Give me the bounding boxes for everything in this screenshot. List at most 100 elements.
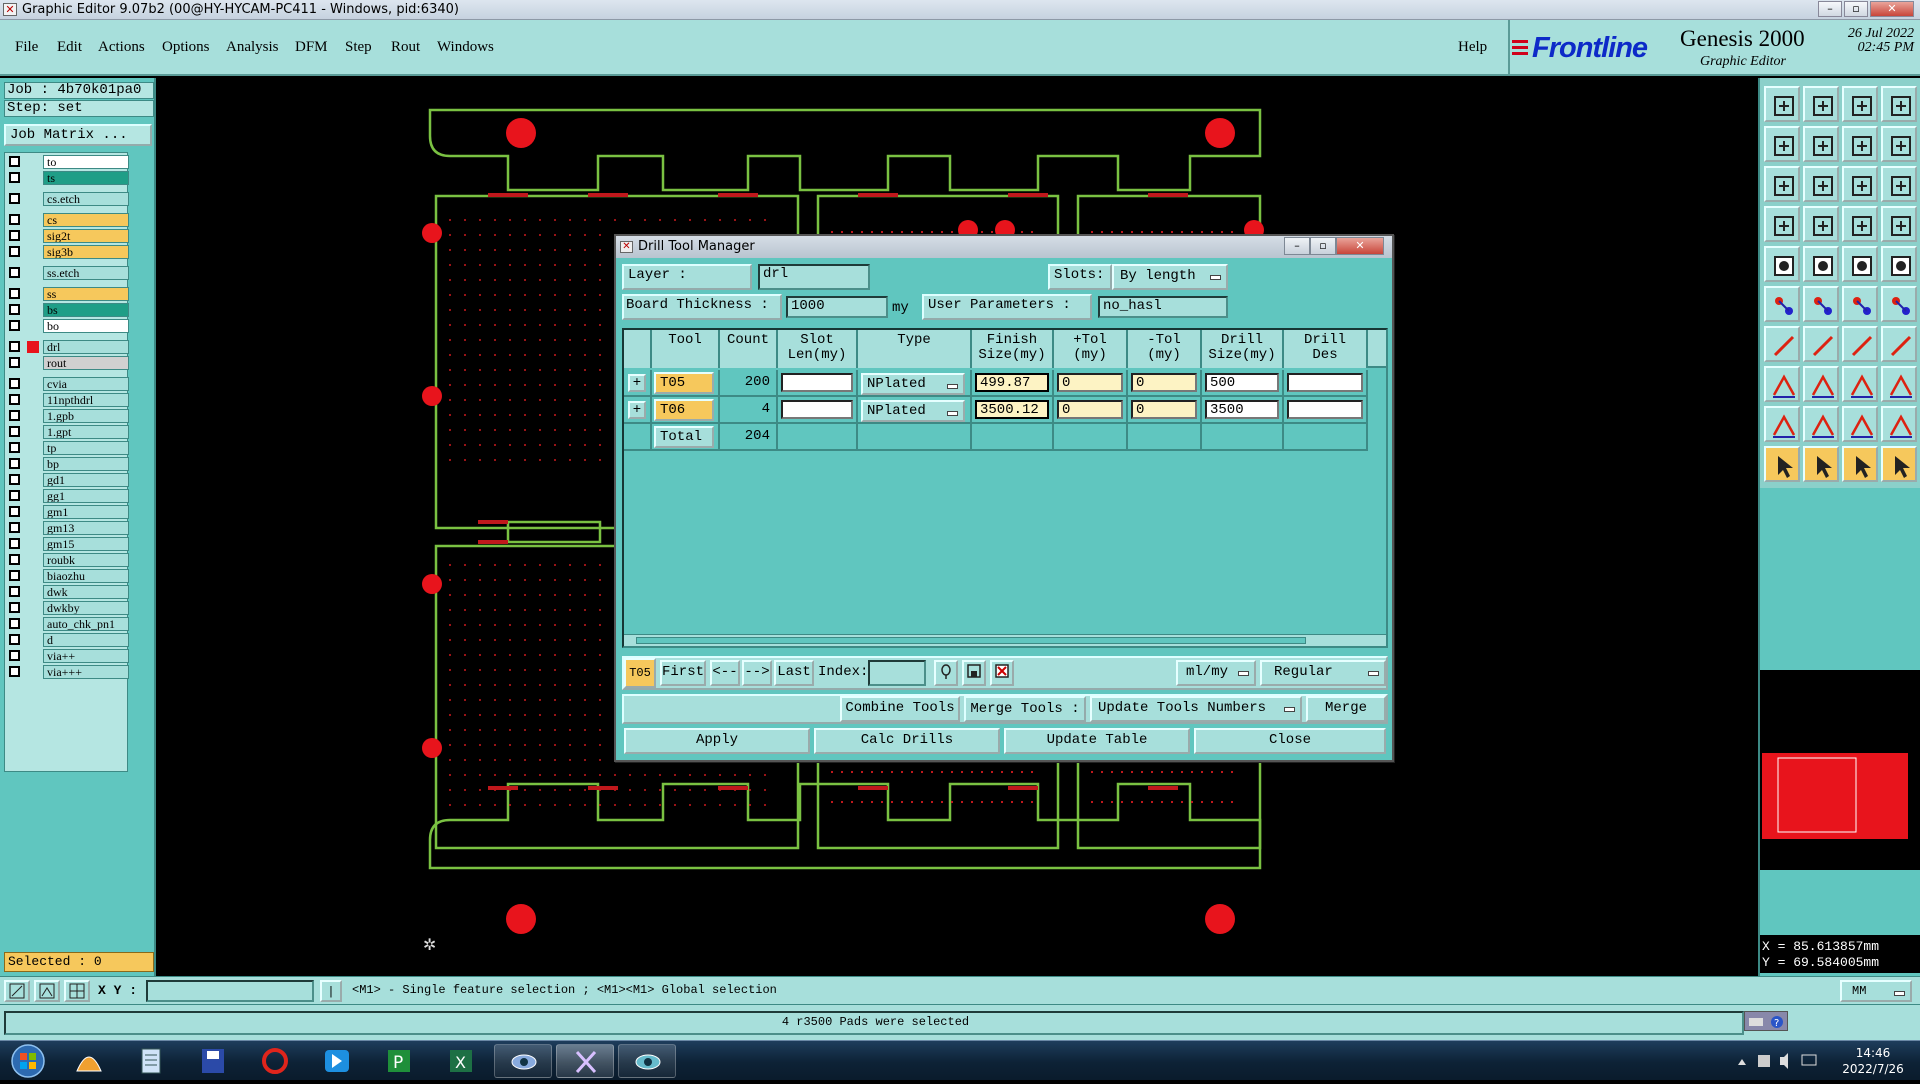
menu-options[interactable]: Options bbox=[162, 39, 210, 56]
slot-input[interactable] bbox=[781, 373, 853, 392]
start-button[interactable] bbox=[6, 1043, 50, 1079]
rotate-icon[interactable] bbox=[1764, 206, 1800, 242]
layer-row[interactable]: dwk bbox=[7, 585, 129, 599]
minimize-button[interactable]: – bbox=[1818, 1, 1842, 17]
layer-checkbox[interactable] bbox=[9, 288, 20, 299]
line-icon[interactable] bbox=[1764, 326, 1800, 362]
layer-checkbox[interactable] bbox=[9, 490, 20, 501]
add-pad-icon[interactable] bbox=[1764, 246, 1800, 282]
taskbar-blue-app-icon[interactable] bbox=[308, 1044, 366, 1078]
import-icon[interactable] bbox=[1764, 126, 1800, 162]
calc-drills-button[interactable]: Calc Drills bbox=[814, 728, 1000, 754]
layer-row[interactable]: bo bbox=[7, 319, 129, 333]
layer-row[interactable]: dwkby bbox=[7, 601, 129, 615]
layer-checkbox[interactable] bbox=[9, 304, 20, 315]
layer-field[interactable]: drl bbox=[758, 264, 870, 290]
triangle-icon[interactable] bbox=[1764, 406, 1800, 442]
pointer2-icon[interactable] bbox=[1803, 446, 1839, 482]
layer-checkbox[interactable] bbox=[9, 267, 20, 278]
layer-checkbox[interactable] bbox=[9, 410, 20, 421]
cross-icon[interactable] bbox=[1803, 286, 1839, 322]
layer-checkbox[interactable] bbox=[9, 506, 20, 517]
layer-row[interactable]: gd1 bbox=[7, 473, 129, 487]
mode-dropdown[interactable]: Regular bbox=[1260, 660, 1386, 686]
finish-input[interactable]: 3500.12 bbox=[975, 400, 1049, 419]
home-icon[interactable] bbox=[1842, 86, 1878, 122]
layer-row[interactable]: cs bbox=[7, 213, 129, 227]
layer-row[interactable]: drl bbox=[7, 340, 129, 354]
menu-analysis[interactable]: Analysis bbox=[226, 39, 279, 56]
triangle2-icon[interactable] bbox=[1803, 406, 1839, 442]
polygon-icon[interactable] bbox=[1764, 366, 1800, 402]
layer-checkbox[interactable] bbox=[9, 246, 20, 257]
horizontal-scrollbar[interactable] bbox=[624, 634, 1386, 646]
slot-input[interactable] bbox=[781, 400, 853, 419]
row-expand-icon[interactable]: + bbox=[628, 401, 646, 419]
last-button[interactable]: Last bbox=[774, 660, 814, 686]
xy-input[interactable] bbox=[146, 980, 314, 1002]
export-icon[interactable] bbox=[1803, 126, 1839, 162]
layer-row[interactable]: bs bbox=[7, 303, 129, 317]
dialog-maximize-button[interactable]: ▫ bbox=[1310, 237, 1336, 255]
ptol-input[interactable]: 0 bbox=[1057, 400, 1123, 419]
grid-mode-icon[interactable] bbox=[64, 980, 90, 1002]
finish-input[interactable]: 499.87 bbox=[975, 373, 1049, 392]
node-icon[interactable] bbox=[1842, 286, 1878, 322]
layer-row[interactable]: via+++ bbox=[7, 665, 129, 679]
layer-checkbox[interactable] bbox=[9, 650, 20, 661]
arch-icon[interactable] bbox=[1842, 406, 1878, 442]
restore-button[interactable]: ▫ bbox=[1844, 1, 1868, 17]
first-button[interactable]: First bbox=[660, 660, 706, 686]
layer-row[interactable]: ss.etch bbox=[7, 266, 129, 280]
layer-checkbox[interactable] bbox=[9, 554, 20, 565]
layer-row[interactable]: ss bbox=[7, 287, 129, 301]
ptol-input[interactable]: 0 bbox=[1057, 373, 1123, 392]
layer-checkbox[interactable] bbox=[9, 442, 20, 453]
dialog-close-x-button[interactable]: ✕ bbox=[1336, 237, 1384, 255]
taskbar-shell-icon[interactable] bbox=[60, 1044, 118, 1078]
layer-row[interactable]: to bbox=[7, 155, 129, 169]
board-thickness-field[interactable]: 1000 bbox=[786, 296, 888, 318]
job-matrix-button[interactable]: Job Matrix ... bbox=[4, 124, 152, 146]
layer-checkbox[interactable] bbox=[9, 522, 20, 533]
menu-windows[interactable]: Windows bbox=[437, 39, 494, 56]
layer-row[interactable]: d bbox=[7, 633, 129, 647]
layer-row[interactable]: ts bbox=[7, 171, 129, 185]
window-icon[interactable] bbox=[1881, 86, 1917, 122]
layer-row[interactable]: gm13 bbox=[7, 521, 129, 535]
menu-file[interactable]: File bbox=[15, 39, 38, 56]
save-icon[interactable] bbox=[1803, 86, 1839, 122]
layer-row[interactable]: 1.gpt bbox=[7, 425, 129, 439]
layer-checkbox[interactable] bbox=[9, 666, 20, 677]
units-selector[interactable]: MM bbox=[1840, 980, 1912, 1002]
combine-tools-button[interactable]: Combine Tools bbox=[840, 696, 960, 722]
grid-icon[interactable] bbox=[1803, 206, 1839, 242]
layer-row[interactable]: bp bbox=[7, 457, 129, 471]
layer-checkbox[interactable] bbox=[9, 156, 20, 167]
apply-button[interactable]: Apply bbox=[624, 728, 810, 754]
menu-help[interactable]: Help bbox=[1458, 39, 1487, 56]
layer-checkbox[interactable] bbox=[9, 214, 20, 225]
scale-icon[interactable] bbox=[1842, 166, 1878, 202]
tool-type-dropdown[interactable]: NPlated bbox=[861, 373, 965, 395]
layer-checkbox[interactable] bbox=[9, 474, 20, 485]
stack-icon[interactable] bbox=[1881, 126, 1917, 162]
menu-edit[interactable]: Edit bbox=[57, 39, 82, 56]
taskbar-eye-app-icon[interactable] bbox=[494, 1044, 552, 1078]
open-job-icon[interactable] bbox=[1764, 86, 1800, 122]
layer-checkbox[interactable] bbox=[9, 320, 20, 331]
layer-checkbox[interactable] bbox=[9, 634, 20, 645]
drill-input[interactable]: 3500 bbox=[1205, 400, 1279, 419]
taskbar-save-icon[interactable] bbox=[184, 1044, 242, 1078]
close-button[interactable]: Close bbox=[1194, 728, 1386, 754]
dialog-minimize-button[interactable]: – bbox=[1284, 237, 1310, 255]
select-mode-icon[interactable] bbox=[4, 980, 30, 1002]
rect-icon[interactable] bbox=[1803, 246, 1839, 282]
menu-actions[interactable]: Actions bbox=[98, 39, 145, 56]
merge-button[interactable]: Merge bbox=[1306, 696, 1386, 722]
tool-name[interactable]: T06 bbox=[654, 399, 714, 421]
index-save-icon[interactable] bbox=[962, 660, 986, 686]
layer-row[interactable]: cs.etch bbox=[7, 192, 129, 206]
scrollbar-thumb[interactable] bbox=[636, 637, 1306, 644]
settings-icon[interactable] bbox=[1881, 206, 1917, 242]
